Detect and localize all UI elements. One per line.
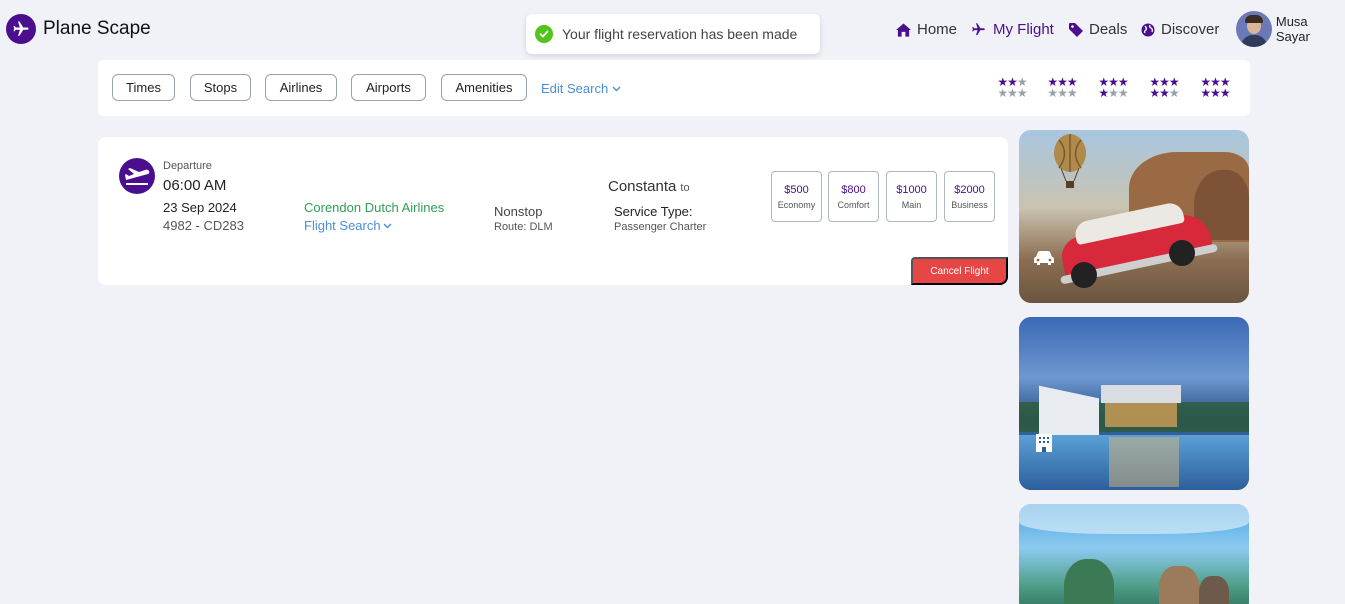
chevron-down-icon <box>612 86 621 91</box>
price-class: Economy <box>777 199 816 210</box>
star-filter-3[interactable]: ★ ★ ★ ★ ★ ★ <box>1045 76 1079 100</box>
destination-city: Constanta to <box>608 178 690 195</box>
destination-city-name: Constanta <box>608 178 677 195</box>
check-circle-icon <box>535 25 553 43</box>
globe-icon <box>1141 23 1155 36</box>
stops-label: Nonstop <box>494 204 543 219</box>
plane-logo-icon <box>6 14 36 44</box>
price-amount: $500 <box>784 183 809 196</box>
departure-date: 23 Sep 2024 <box>163 200 237 215</box>
star-icon: ★ <box>1016 86 1028 100</box>
route-label: Route: DLM <box>494 221 553 233</box>
star-icon: ★ <box>1210 86 1221 100</box>
departure-plane-icon <box>119 158 155 194</box>
toast-message: Your flight reservation has been made <box>562 26 798 42</box>
price-comfort[interactable]: $800 Comfort <box>828 171 879 222</box>
home-icon <box>896 22 911 37</box>
price-main[interactable]: $1000 Main <box>886 171 937 222</box>
price-amount: $800 <box>841 183 866 196</box>
star-icon: ★ <box>1200 86 1211 100</box>
star-filter-5[interactable]: ★ ★ ★ ★ ★ ★ <box>1147 76 1181 100</box>
edit-search-label: Edit Search <box>541 81 609 96</box>
promo-card-beach[interactable] <box>1019 504 1249 604</box>
flight-search-link[interactable]: Flight Search <box>304 218 392 233</box>
promo-card-hotel[interactable] <box>1019 317 1249 490</box>
cancel-flight-button[interactable]: Cancel Flight <box>911 257 1008 285</box>
flight-search-label: Flight Search <box>304 218 381 233</box>
price-business[interactable]: $2000 Business <box>944 171 995 222</box>
filter-bar: Times Stops Airlines Airports Amenities … <box>98 60 1250 116</box>
star-filter-2[interactable]: ★ ★ ★ ★ ★ ★ <box>995 76 1029 100</box>
user-name: Musa Sayar <box>1275 14 1310 44</box>
filter-airlines-button[interactable]: Airlines <box>265 74 337 101</box>
airline-name: Corendon Dutch Airlines <box>304 200 445 215</box>
star-icon: ★ <box>1108 86 1119 100</box>
nav-home[interactable]: Home <box>896 21 957 38</box>
filter-airports-button[interactable]: Airports <box>351 74 426 101</box>
filter-times-button[interactable]: Times <box>112 74 175 101</box>
star-icon: ★ <box>997 86 1008 100</box>
star-icon: ★ <box>1066 86 1078 100</box>
hot-air-balloon <box>1054 134 1086 188</box>
nav-deals-label: Deals <box>1089 21 1128 38</box>
star-icon: ★ <box>1057 86 1068 100</box>
star-icon: ★ <box>1149 86 1160 100</box>
star-icon: ★ <box>1047 86 1058 100</box>
brand-name: Plane Scape <box>43 18 151 39</box>
price-amount: $2000 <box>954 183 985 196</box>
star-icon: ★ <box>1117 86 1129 100</box>
nav-my-flight[interactable]: My Flight <box>970 21 1054 38</box>
avatar <box>1236 11 1272 47</box>
hotel-icon <box>1032 431 1056 455</box>
filter-stops-button[interactable]: Stops <box>190 74 251 101</box>
price-economy[interactable]: $500 Economy <box>771 171 822 222</box>
car-icon <box>1032 246 1056 270</box>
star-icon: ★ <box>1219 86 1231 100</box>
flight-code: 4982 - CD283 <box>163 218 244 233</box>
service-type-label: Service Type: <box>614 204 693 219</box>
star-icon: ★ <box>1007 86 1018 100</box>
star-icon: ★ <box>1159 86 1170 100</box>
departure-label: Departure <box>163 160 212 172</box>
departure-time: 06:00 AM <box>163 177 227 194</box>
star-icon: ★ <box>1168 86 1180 100</box>
nav-home-label: Home <box>917 21 958 38</box>
price-class: Comfort <box>837 199 870 210</box>
star-icon: ★ <box>1098 86 1109 100</box>
star-filter-4[interactable]: ★ ★ ★ ★ ★ ★ <box>1096 76 1130 100</box>
star-filter-6[interactable]: ★ ★ ★ ★ ★ ★ <box>1198 76 1232 100</box>
success-toast: Your flight reservation has been made <box>526 14 820 54</box>
tag-icon <box>1069 22 1083 37</box>
price-class: Main <box>901 199 922 210</box>
flight-card: Departure 06:00 AM 23 Sep 2024 4982 - CD… <box>98 137 1008 285</box>
promo-card-car[interactable] <box>1019 130 1249 303</box>
nav-deals[interactable]: Deals <box>1069 21 1127 38</box>
plane-icon <box>972 23 985 36</box>
brand-logo[interactable]: Plane Scape <box>6 14 151 44</box>
chevron-down-icon <box>383 223 392 228</box>
filter-amenities-button[interactable]: Amenities <box>441 74 527 101</box>
price-class: Business <box>951 199 988 210</box>
nav-my-flight-label: My Flight <box>993 21 1054 38</box>
nav-discover-label: Discover <box>1161 21 1220 38</box>
destination-suffix: to <box>680 182 690 194</box>
user-profile[interactable]: Musa Sayar <box>1236 11 1345 47</box>
service-type-value: Passenger Charter <box>614 221 707 233</box>
nav-discover[interactable]: Discover <box>1141 21 1219 38</box>
edit-search-link[interactable]: Edit Search <box>541 81 621 96</box>
price-amount: $1000 <box>896 183 927 196</box>
